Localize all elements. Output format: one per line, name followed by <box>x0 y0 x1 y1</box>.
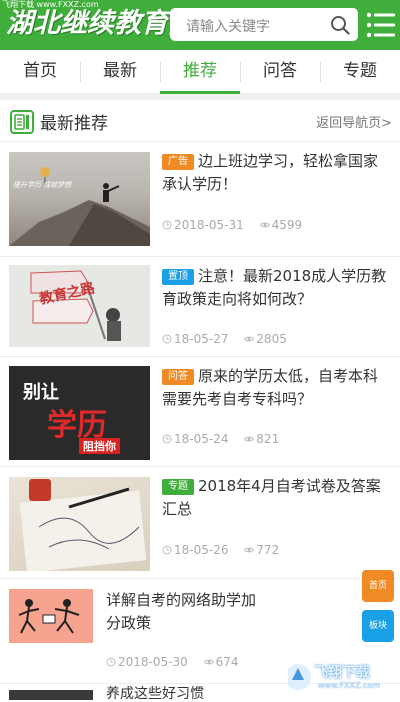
float-section-button[interactable]: 板块 <box>362 610 394 642</box>
tab-topics[interactable]: 专题 <box>320 50 400 94</box>
clock-icon <box>162 334 172 344</box>
document-icon <box>10 110 34 134</box>
clock-icon <box>106 657 116 667</box>
article-thumbnail <box>9 477 150 571</box>
article-meta: 18-05-26 772 <box>162 543 279 557</box>
watermark-url: www.FXXZ.com <box>318 681 381 690</box>
article-views: 821 <box>256 432 280 446</box>
section-title: 最新推荐 <box>40 114 108 134</box>
article-date: 18-05-27 <box>174 332 229 346</box>
clock-icon <box>162 545 172 555</box>
search-input[interactable]: 请输入关键字 <box>170 8 358 41</box>
search-placeholder: 请输入关键字 <box>186 19 270 35</box>
article-meta: 2018-05-30 674 <box>106 655 238 669</box>
article-thumbnail <box>9 589 93 643</box>
article-views: 772 <box>256 543 280 557</box>
article-meta: 18-05-24 821 <box>162 432 279 446</box>
tag-badge: 专题 <box>162 479 194 495</box>
float-home-button[interactable]: 首页 <box>362 570 394 602</box>
article-date: 2018-05-30 <box>118 655 188 669</box>
article-title-text: 原来的学历太低，自考本科需要先考自考专科吗？ <box>162 367 379 408</box>
article-title[interactable]: 问答 原来的学历太低，自考本科需要先考自考专科吗？ <box>162 365 390 411</box>
article-title-text: 注意！最新2018成人学历教育政策走向将如何改？ <box>162 267 387 308</box>
clock-icon <box>162 220 172 230</box>
article-date: 18-05-26 <box>174 543 229 557</box>
article-title[interactable]: 详解自考的网络助学加分政策 <box>106 589 266 635</box>
section-header: 最新推荐 返回导航页> <box>0 100 400 142</box>
article-title-text: 详解自考的网络助学加分政策 <box>106 591 257 632</box>
tab-recommend[interactable]: 推荐 <box>160 50 240 94</box>
clock-icon <box>162 434 172 444</box>
tab-latest[interactable]: 最新 <box>80 50 160 94</box>
article-views: 674 <box>215 655 239 669</box>
tab-qa[interactable]: 问答 <box>240 50 320 94</box>
menu-icon[interactable] <box>366 9 396 41</box>
article-thumbnail <box>9 690 93 700</box>
back-to-nav-link[interactable]: 返回导航页> <box>316 112 392 131</box>
thumbnail-caption: 阻挡你 <box>79 438 120 454</box>
tab-home[interactable]: 首页 <box>0 50 80 94</box>
eye-icon <box>244 336 255 342</box>
article-title[interactable]: 广告 边上班边学习，轻松拿国家承认学历！ <box>162 150 390 196</box>
tag-badge: 问答 <box>162 369 194 385</box>
thumbnail-caption: 提升学历 成就梦想 <box>13 181 72 189</box>
header-bar: 飞翔下载 www.FXXZ.com 湖北继续教育网 请输入关键字 <box>0 0 400 50</box>
article-meta: 18-05-27 2805 <box>162 332 287 346</box>
article-title-text: 2018年4月自考试卷及答案汇总 <box>162 477 381 518</box>
article-thumbnail: 别让 学历 阻挡你 <box>9 366 150 460</box>
list-item[interactable]: 别让 学历 阻挡你 问答 原来的学历太低，自考本科需要先考自考专科吗？ 18-05… <box>0 357 400 467</box>
nav-tabs: 首页 最新 推荐 问答 专题 <box>0 50 400 94</box>
article-date: 2018-05-31 <box>174 218 244 232</box>
list-item[interactable]: 教育之路 置顶 注意！最新2018成人学历教育政策走向将如何改？ 18-05-27… <box>0 257 400 357</box>
article-views: 2805 <box>256 332 287 346</box>
eye-icon <box>203 659 214 665</box>
article-thumbnail: 提升学历 成就梦想 <box>9 152 150 246</box>
site-logo[interactable]: 湖北继续教育网 <box>6 8 195 40</box>
search-icon[interactable] <box>330 15 350 35</box>
article-views: 4599 <box>271 218 303 232</box>
eye-icon <box>244 436 255 442</box>
article-thumbnail: 教育之路 <box>9 265 150 347</box>
eye-icon <box>244 547 255 553</box>
article-meta: 2018-05-31 4599 <box>162 218 302 232</box>
article-title[interactable]: 置顶 注意！最新2018成人学历教育政策走向将如何改？ <box>162 265 390 311</box>
article-title-text: 边上班边学习，轻松拿国家承认学历！ <box>162 152 379 193</box>
list-item[interactable]: 提升学历 成就梦想 广告 边上班边学习，轻松拿国家承认学历！ 2018-05-31… <box>0 142 400 257</box>
article-title[interactable]: 专题 2018年4月自考试卷及答案汇总 <box>162 475 390 521</box>
tag-badge: 置顶 <box>162 269 194 285</box>
list-item[interactable]: 专题 2018年4月自考试卷及答案汇总 18-05-26 772 <box>0 467 400 579</box>
article-date: 18-05-24 <box>174 432 229 446</box>
tag-badge: 广告 <box>162 154 194 170</box>
watermark-name: 飞翔下载 <box>314 665 370 681</box>
eye-icon <box>259 222 270 228</box>
